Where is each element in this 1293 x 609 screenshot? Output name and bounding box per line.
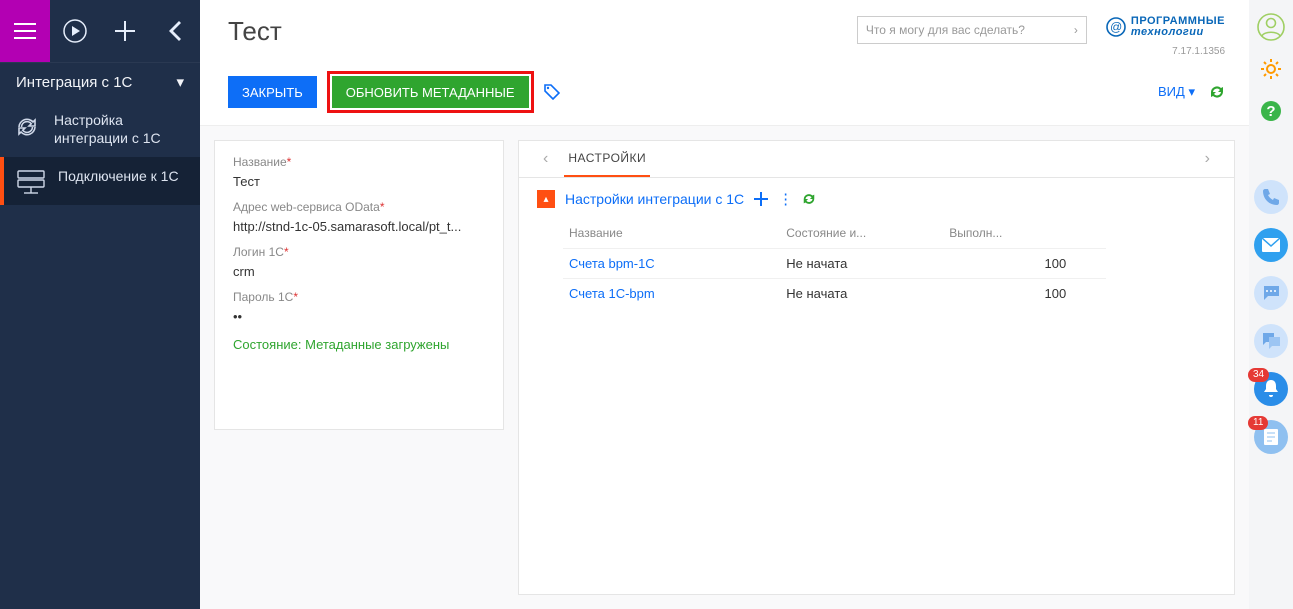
phone-icon xyxy=(1262,188,1280,206)
cell-state: Не начата xyxy=(780,279,943,309)
cell-done: 100 xyxy=(943,249,1106,279)
server-icon xyxy=(4,167,58,195)
cell-done: 100 xyxy=(943,279,1106,309)
view-dropdown[interactable]: ВИД ▾ xyxy=(1158,84,1195,100)
password-field[interactable]: •• xyxy=(233,306,485,331)
at-icon: @ xyxy=(1105,16,1127,38)
play-circle-icon xyxy=(62,18,88,44)
table-row[interactable]: Счета bpm-1C Не начата 100 xyxy=(563,249,1106,279)
login-field[interactable]: crm xyxy=(233,261,485,286)
detail-refresh-button[interactable] xyxy=(802,192,816,206)
caret-down-icon: ▾ xyxy=(176,73,184,91)
mail-icon xyxy=(1262,238,1280,252)
chat-icon xyxy=(1262,285,1280,301)
name-field[interactable]: Тест xyxy=(233,171,485,196)
detail-title[interactable]: Настройки интеграции с 1С xyxy=(565,191,744,207)
tasks-badge: 11 xyxy=(1248,416,1268,430)
svg-text:@: @ xyxy=(1110,20,1122,34)
sidebar-item-connection[interactable]: Подключение к 1С xyxy=(0,157,200,205)
help-button[interactable]: ? xyxy=(1254,94,1288,128)
svg-text:?: ? xyxy=(1266,103,1275,120)
tab-next[interactable]: › xyxy=(1199,144,1216,174)
refresh-icon xyxy=(1209,84,1225,100)
sidebar-item-label: Настройка интеграции с 1С xyxy=(54,111,190,147)
logo-line2: технологии xyxy=(1131,27,1225,38)
password-label: Пароль 1С* xyxy=(233,290,485,304)
feed-button[interactable] xyxy=(1254,324,1288,358)
menu-button[interactable] xyxy=(0,0,50,62)
url-label: Адрес web-сервиса OData* xyxy=(233,200,485,214)
settings-button[interactable] xyxy=(1254,52,1288,86)
plus-icon xyxy=(115,21,135,41)
detail-menu-button[interactable]: ⋮ xyxy=(778,190,792,208)
run-button[interactable] xyxy=(50,0,100,62)
plus-icon xyxy=(754,192,768,206)
caret-down-icon: ▾ xyxy=(1188,84,1195,99)
main: Тест Что я могу для вас сделать? › @ ПРО… xyxy=(200,0,1249,609)
collapse-detail-button[interactable]: ▴ xyxy=(537,190,555,208)
user-icon xyxy=(1256,12,1286,42)
name-label: Название* xyxy=(233,155,485,169)
section-dropdown[interactable]: Интеграция с 1С ▾ xyxy=(0,62,200,101)
sidebar: Интеграция с 1С ▾ Настройка интеграции с… xyxy=(0,0,200,609)
chat-button[interactable] xyxy=(1254,276,1288,310)
tasks-button[interactable]: 11 xyxy=(1254,420,1288,454)
help-icon: ? xyxy=(1259,99,1283,123)
refresh-button[interactable] xyxy=(1209,84,1225,100)
tab-settings[interactable]: НАСТРОЙКИ xyxy=(564,141,650,177)
cell-name[interactable]: Счета 1C-bpm xyxy=(563,279,780,309)
sidebar-item-integration-settings[interactable]: Настройка интеграции с 1С xyxy=(0,101,200,157)
sync-icon xyxy=(0,111,54,141)
status-line: Состояние: Метаданные загружены xyxy=(233,337,485,352)
section-title-text: Интеграция с 1С xyxy=(16,74,132,91)
form-card: Название* Тест Адрес web-сервиса OData* … xyxy=(214,140,504,430)
chevron-left-icon xyxy=(169,21,181,41)
refresh-icon xyxy=(802,192,816,206)
settings-table: Название Состояние и... Выполн... Счета … xyxy=(563,218,1106,308)
table-row[interactable]: Счета 1C-bpm Не начата 100 xyxy=(563,279,1106,309)
col-done[interactable]: Выполн... xyxy=(943,218,1106,249)
hamburger-icon xyxy=(14,23,36,39)
sidebar-item-label: Подключение к 1С xyxy=(58,167,190,185)
brand-logo: @ ПРОГРАММНЫЕ технологии xyxy=(1105,16,1225,38)
update-metadata-button[interactable]: ОБНОВИТЬ МЕТАДАННЫЕ xyxy=(332,76,529,108)
tag-icon[interactable] xyxy=(544,84,560,100)
gear-icon xyxy=(1259,57,1283,81)
search-placeholder: Что я могу для вас сделать? xyxy=(866,23,1025,37)
bell-icon xyxy=(1263,380,1279,398)
call-button[interactable] xyxy=(1254,180,1288,214)
version-label: 7.17.1.1356 xyxy=(1172,46,1225,57)
mail-button[interactable] xyxy=(1254,228,1288,262)
page-title: Тест xyxy=(228,16,282,47)
feed-icon xyxy=(1261,332,1281,350)
add-button[interactable] xyxy=(100,0,150,62)
chevron-right-icon: › xyxy=(1074,23,1078,37)
cell-state: Не начата xyxy=(780,249,943,279)
top-left-toolbar xyxy=(0,0,200,62)
highlight-box: ОБНОВИТЬ МЕТАДАННЫЕ xyxy=(327,71,534,113)
url-field[interactable]: http://stnd-1c-05.samarasoft.local/pt_t.… xyxy=(233,216,485,241)
detail-add-button[interactable] xyxy=(754,192,768,206)
right-rail: ? 34 11 xyxy=(1249,0,1293,609)
detail-card: ‹ НАСТРОЙКИ › ▴ Настройки интеграции с 1… xyxy=(518,140,1235,595)
col-name[interactable]: Название xyxy=(563,218,780,249)
header: Тест Что я могу для вас сделать? › @ ПРО… xyxy=(200,0,1249,126)
login-label: Логин 1С* xyxy=(233,245,485,259)
command-search[interactable]: Что я могу для вас сделать? › xyxy=(857,16,1087,44)
chevron-up-icon: ▴ xyxy=(543,194,548,205)
back-button[interactable] xyxy=(150,0,200,62)
close-button[interactable]: ЗАКРЫТЬ xyxy=(228,76,317,108)
note-icon xyxy=(1263,428,1279,446)
tab-prev[interactable]: ‹ xyxy=(537,144,554,174)
col-state[interactable]: Состояние и... xyxy=(780,218,943,249)
profile-button[interactable] xyxy=(1254,10,1288,44)
notifications-button[interactable]: 34 xyxy=(1254,372,1288,406)
notifications-badge: 34 xyxy=(1248,368,1269,382)
cell-name[interactable]: Счета bpm-1C xyxy=(563,249,780,279)
